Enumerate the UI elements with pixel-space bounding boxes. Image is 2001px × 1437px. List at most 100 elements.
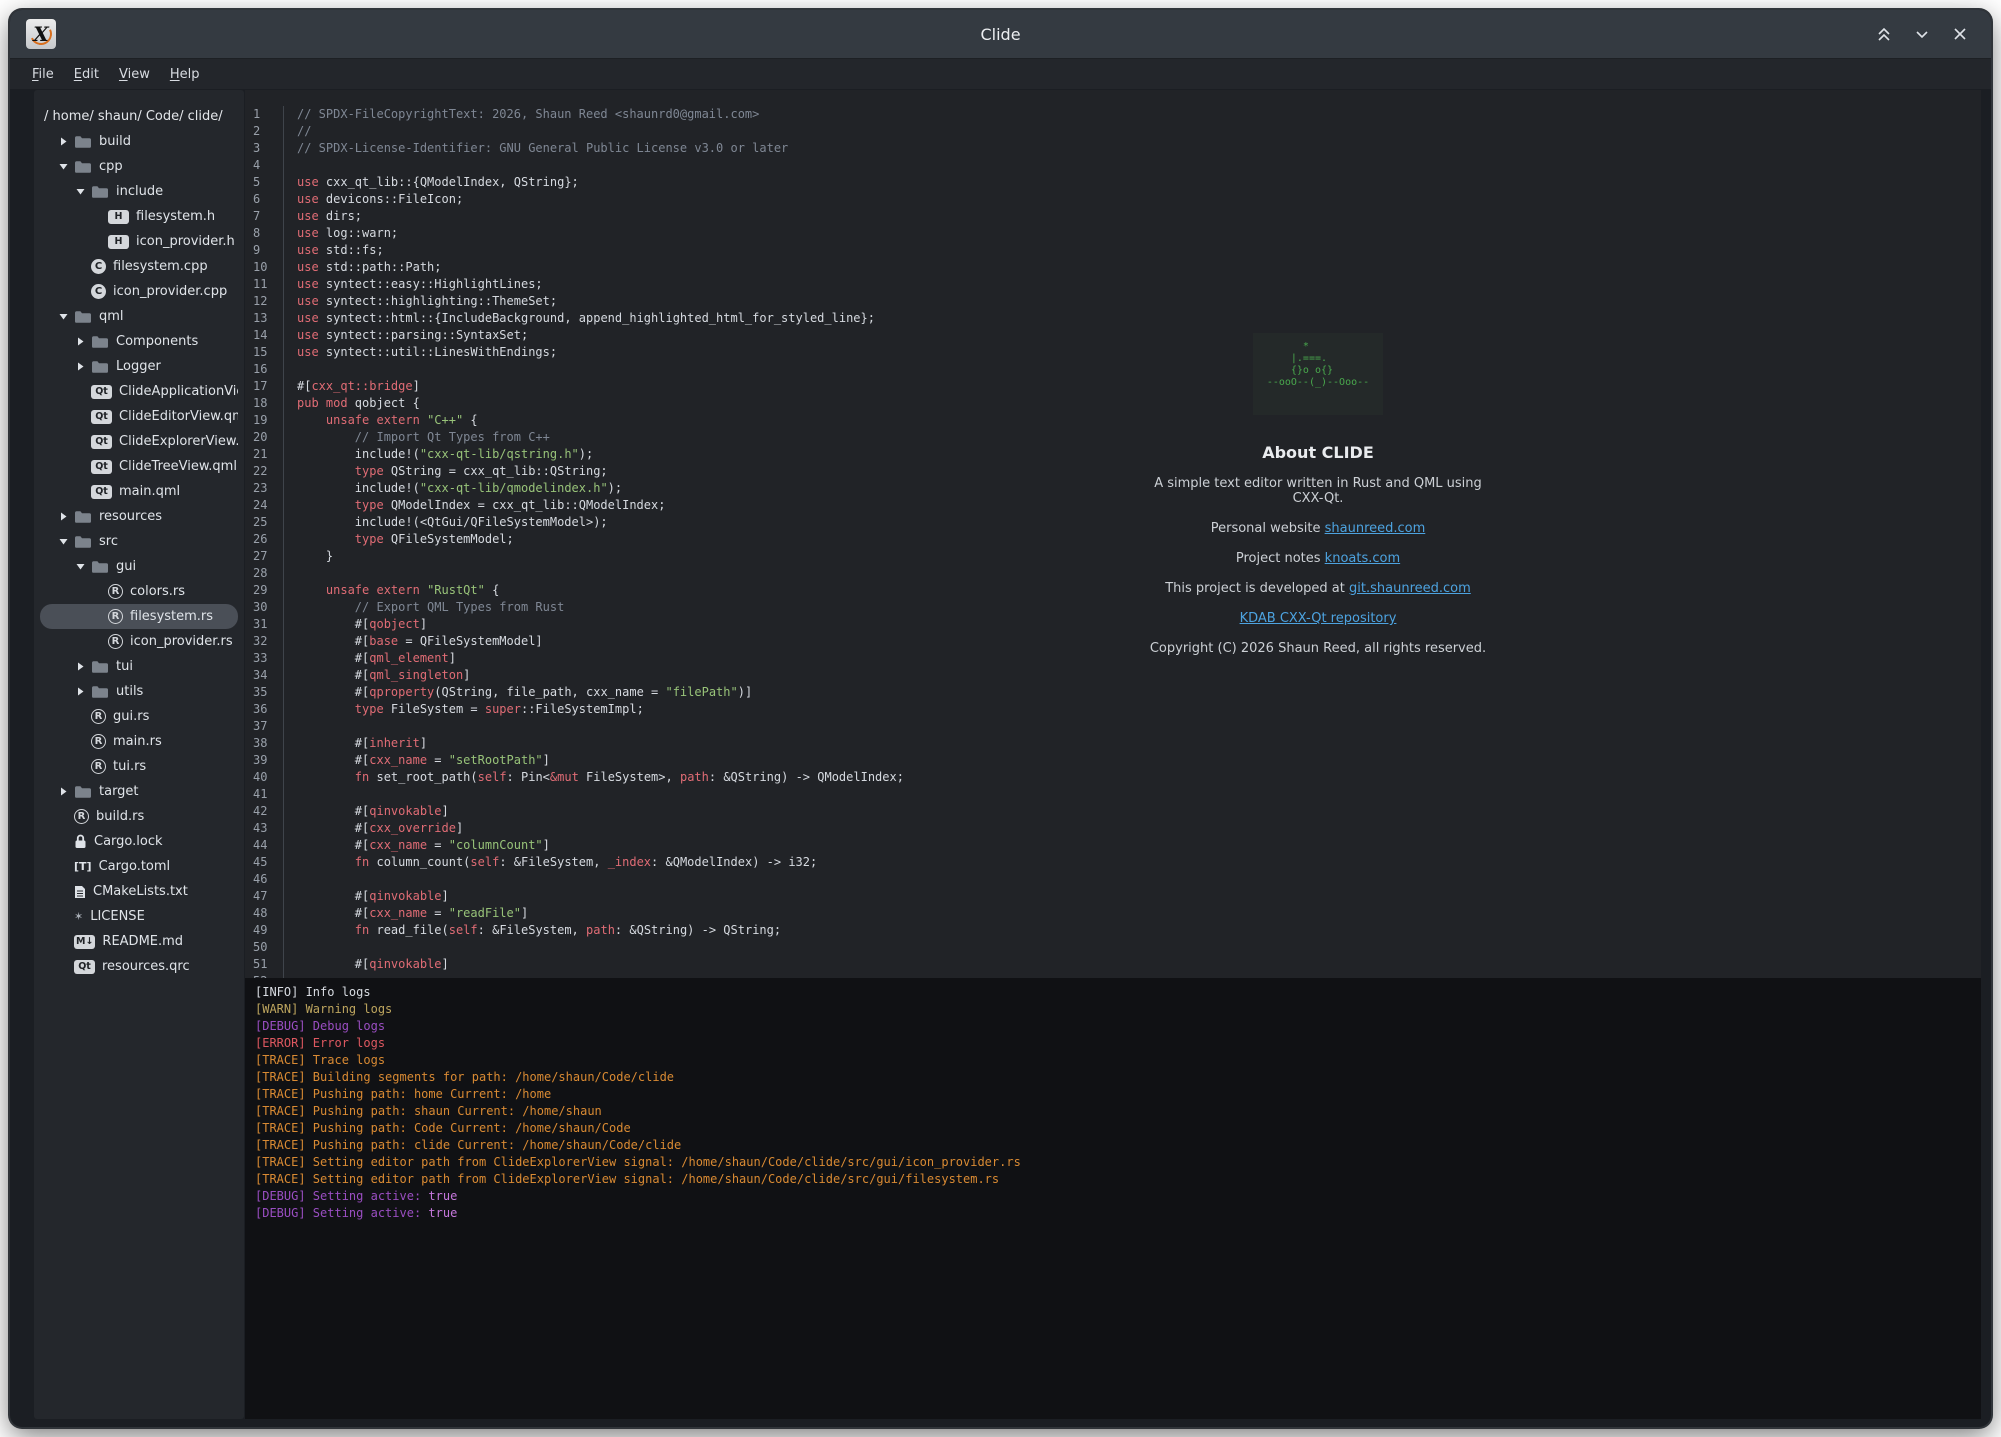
qt-file-icon: Qt: [91, 385, 112, 399]
tree-item-gui-rs[interactable]: Rgui.rs: [40, 704, 238, 729]
line-number: 9: [245, 242, 283, 259]
tree-item-logger[interactable]: Logger: [40, 354, 238, 379]
tree-item-filesystem-cpp[interactable]: Cfilesystem.cpp: [40, 254, 238, 279]
tree-item-build[interactable]: build: [40, 129, 238, 154]
folder-open-icon: [74, 310, 92, 324]
code-text: // SPDX-FileCopyrightText: 2026, Shaun R…: [283, 106, 1981, 123]
tree-item-label: build: [99, 134, 131, 149]
code-text: use std::fs;: [283, 242, 1981, 259]
titlebar[interactable]: X Clide: [10, 10, 1991, 59]
tree-item-label: filesystem.rs: [130, 609, 213, 624]
line-number: 42: [245, 803, 283, 820]
tree-item-include[interactable]: include: [40, 179, 238, 204]
chevron-collapsed-icon: [59, 787, 74, 796]
tree-item-tui[interactable]: tui: [40, 654, 238, 679]
chevron-collapsed-icon: [59, 512, 74, 521]
kdab-repo-link[interactable]: KDAB CXX-Qt repository: [1240, 611, 1397, 626]
tree-item-filesystem-h[interactable]: Hfilesystem.h: [40, 204, 238, 229]
menu-edit[interactable]: Edit: [66, 64, 107, 85]
log-line: [ERROR] Error logs: [255, 1035, 1971, 1052]
tree-item-qml[interactable]: qml: [40, 304, 238, 329]
lower-button[interactable]: [1907, 19, 1937, 49]
code-line: 7use dirs;: [245, 208, 1981, 225]
tree-item-gui[interactable]: gui: [40, 554, 238, 579]
code-line: 18pub mod qobject {: [245, 395, 1981, 412]
code-text: #[qinvokable]: [283, 956, 1981, 973]
code-text: unsafe extern "C++" {: [283, 412, 1981, 429]
code-line: 34 #[qml_singleton]: [245, 667, 1981, 684]
menu-help[interactable]: Help: [162, 64, 208, 85]
personal-website-link[interactable]: shaunreed.com: [1325, 521, 1426, 536]
line-number: 20: [245, 429, 283, 446]
code-text: use dirs;: [283, 208, 1981, 225]
tree-item-build-rs[interactable]: Rbuild.rs: [40, 804, 238, 829]
tree-item-label: resources.qrc: [102, 959, 190, 974]
code-line: 48 #[cxx_name = "readFile"]: [245, 905, 1981, 922]
tree-item-icon-provider-cpp[interactable]: Cicon_provider.cpp: [40, 279, 238, 304]
line-number: 34: [245, 667, 283, 684]
chevron-collapsed-icon: [76, 337, 91, 346]
tree-item-icon-provider-rs[interactable]: Ricon_provider.rs: [40, 629, 238, 654]
tree-item-label: ClideEditorView.qml: [119, 409, 238, 424]
line-number: 27: [245, 548, 283, 565]
h-file-icon: H: [108, 235, 129, 249]
code-line: 50: [245, 939, 1981, 956]
code-editor[interactable]: 1// SPDX-FileCopyrightText: 2026, Shaun …: [245, 90, 1981, 978]
code-line: 9use std::fs;: [245, 242, 1981, 259]
project-notes-link[interactable]: knoats.com: [1325, 551, 1400, 566]
log-panel[interactable]: [INFO] Info logs[WARN] Warning logs[DEBU…: [245, 978, 1981, 1419]
tree-item-filesystem-rs[interactable]: Rfilesystem.rs: [40, 604, 238, 629]
tree-item-cpp[interactable]: cpp: [40, 154, 238, 179]
tree-item-resources[interactable]: resources: [40, 504, 238, 529]
tree-item-src[interactable]: src: [40, 529, 238, 554]
about-title: About CLIDE: [1148, 443, 1488, 462]
tree-item-main-rs[interactable]: Rmain.rs: [40, 729, 238, 754]
lock-file-icon: [74, 834, 87, 849]
folder-open-icon: [91, 185, 109, 199]
log-line: [DEBUG] Debug logs: [255, 1018, 1971, 1035]
chevron-expanded-icon: [59, 312, 74, 321]
tree-item-main-qml[interactable]: Qtmain.qml: [40, 479, 238, 504]
line-number: 2: [245, 123, 283, 140]
tree-item-icon-provider-h[interactable]: Hicon_provider.h: [40, 229, 238, 254]
tree-item-clideexplorerview-qml[interactable]: QtClideExplorerView.qml: [40, 429, 238, 454]
tree-item-resources-qrc[interactable]: Qtresources.qrc: [40, 954, 238, 979]
menu-view[interactable]: View: [111, 64, 158, 85]
code-text: [283, 718, 1981, 735]
tree-item-tui-rs[interactable]: Rtui.rs: [40, 754, 238, 779]
log-line: [WARN] Warning logs: [255, 1001, 1971, 1018]
tree-item-label: LICENSE: [90, 909, 145, 924]
menu-file[interactable]: File: [24, 64, 62, 85]
chevron-expanded-icon: [59, 537, 74, 546]
tree-item-label: filesystem.h: [136, 209, 215, 224]
shade-button[interactable]: [1869, 19, 1899, 49]
tree-root-path[interactable]: / home/ shaun/ Code/ clide/: [34, 104, 244, 129]
chevron-collapsed-icon: [59, 137, 74, 146]
about-panel: * |.===. {}o o{} --ooO--(_)--Ooo-- About…: [1148, 333, 1488, 671]
code-line: 49 fn read_file(self: &FileSystem, path:…: [245, 922, 1981, 939]
tree-item-readme-md[interactable]: M↓README.md: [40, 929, 238, 954]
code-text: #[qml_element]: [283, 650, 1981, 667]
tree-item-components[interactable]: Components: [40, 329, 238, 354]
line-number: 5: [245, 174, 283, 191]
chevron-collapsed-icon: [76, 662, 91, 671]
about-notes: Project notes knoats.com: [1148, 551, 1488, 566]
file-explorer[interactable]: / home/ shaun/ Code/ clide/build cppinclu…: [34, 90, 244, 1419]
tree-item-clideeditorview-qml[interactable]: QtClideEditorView.qml: [40, 404, 238, 429]
code-line: 46: [245, 871, 1981, 888]
tree-item-clidetreeview-qml[interactable]: QtClideTreeView.qml: [40, 454, 238, 479]
close-button[interactable]: [1945, 19, 1975, 49]
tree-item-label: CMakeLists.txt: [93, 884, 188, 899]
chevron-expanded-icon: [76, 187, 91, 196]
tree-item-target[interactable]: target: [40, 779, 238, 804]
folder-closed-icon: [91, 335, 109, 349]
code-line: 12use syntect::highlighting::ThemeSet;: [245, 293, 1981, 310]
tree-item-clideapplicationview-qml[interactable]: QtClideApplicationView.qml: [40, 379, 238, 404]
tree-item-license[interactable]: ✶LICENSE: [40, 904, 238, 929]
tree-item-cargo-toml[interactable]: [T]Cargo.toml: [40, 854, 238, 879]
tree-item-utils[interactable]: utils: [40, 679, 238, 704]
dev-repo-link[interactable]: git.shaunreed.com: [1349, 581, 1471, 596]
tree-item-cargo-lock[interactable]: Cargo.lock: [40, 829, 238, 854]
tree-item-cmakelists-txt[interactable]: CMakeLists.txt: [40, 879, 238, 904]
tree-item-colors-rs[interactable]: Rcolors.rs: [40, 579, 238, 604]
